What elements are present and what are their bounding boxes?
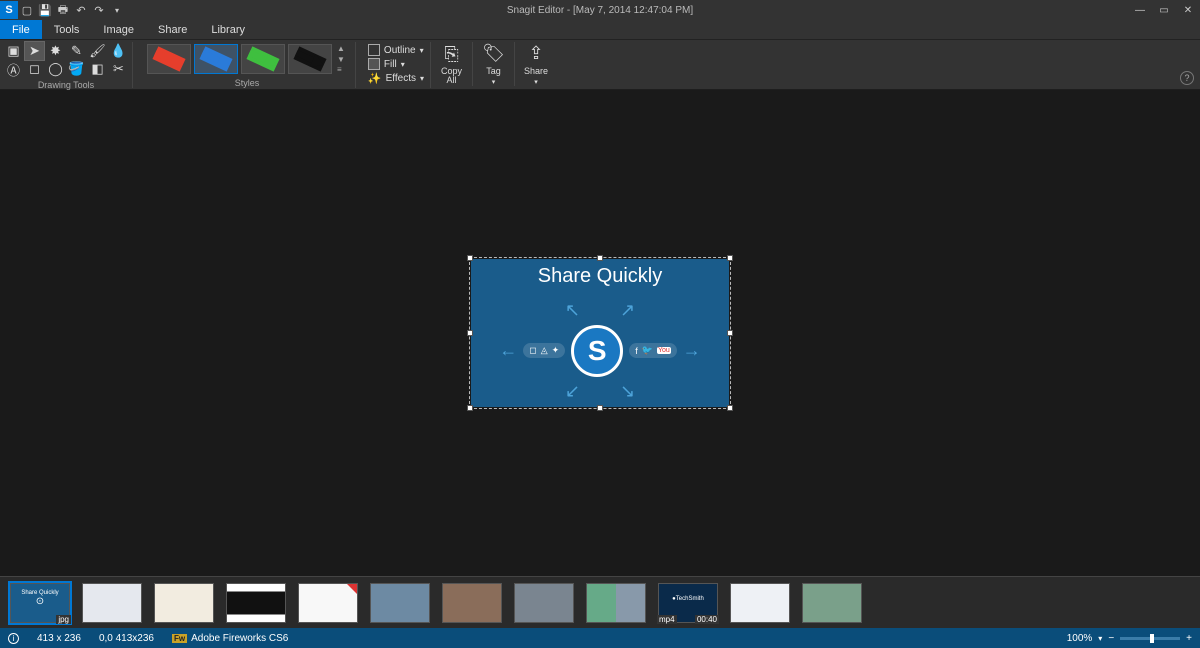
thumbnail[interactable]: [586, 583, 646, 623]
menu-file[interactable]: File: [0, 20, 42, 39]
tool-brush[interactable]: 🖌: [88, 42, 107, 60]
drawing-tools-label: Drawing Tools: [38, 80, 94, 90]
thumbnail[interactable]: [154, 583, 214, 623]
qat-new-icon[interactable]: ▢: [18, 1, 36, 19]
chevron-down-icon: ▾: [534, 78, 538, 86]
tool-circle[interactable]: ◯: [46, 60, 65, 78]
tool-select-rect[interactable]: ▣: [4, 42, 23, 60]
chevron-down-icon: ▾: [492, 78, 496, 86]
copy-icon: ⎘: [444, 44, 458, 65]
tool-eraser[interactable]: ◧: [88, 60, 107, 78]
tool-text[interactable]: Ⓐ: [4, 60, 23, 78]
style-arrow-red[interactable]: [147, 44, 191, 74]
tool-bucket[interactable]: 🪣: [67, 60, 86, 78]
style-controls: Outline▾ Fill▾ ✨Effects▾: [362, 42, 431, 88]
minimize-button[interactable]: —: [1128, 0, 1152, 20]
thumbnail[interactable]: [442, 583, 502, 623]
qat-print-icon[interactable]: 🖶: [54, 1, 72, 19]
share-button[interactable]: ⇪ Share ▾: [515, 42, 557, 86]
menu-image[interactable]: Image: [91, 20, 146, 39]
zoom-dropdown-icon[interactable]: ▾: [1098, 634, 1102, 643]
styles-more-icon[interactable]: ≡: [337, 65, 345, 74]
tool-crop[interactable]: ✂: [109, 60, 128, 78]
style-arrow-green[interactable]: [241, 44, 285, 74]
thumbnail[interactable]: [514, 583, 574, 623]
fill-dropdown[interactable]: Fill▾: [368, 58, 424, 70]
style-arrow-blue[interactable]: [194, 44, 238, 74]
styles-prev-icon[interactable]: ▲: [337, 44, 345, 53]
info-icon[interactable]: i: [8, 633, 19, 644]
tag-button[interactable]: 🏷 Tag ▾: [473, 42, 515, 86]
thumbnail[interactable]: [226, 583, 286, 623]
styles-label: Styles: [235, 78, 260, 88]
outline-dropdown[interactable]: Outline▾: [368, 44, 424, 56]
tool-stamp[interactable]: ✸: [46, 42, 65, 60]
zoom-label: 100%: [1067, 633, 1093, 644]
style-arrow-black[interactable]: [288, 44, 332, 74]
help-icon[interactable]: ?: [1180, 71, 1194, 85]
fireworks-icon: Fw: [172, 634, 187, 643]
status-coords: 0,0 413x236: [99, 633, 154, 644]
copy-all-button[interactable]: ⎘ Copy All: [431, 42, 473, 86]
window-title: Snagit Editor - [May 7, 2014 12:47:04 PM…: [507, 5, 693, 16]
thumbnail-tray: Share Quickly ⊙ jpg ●TechSmith mp4 00:40: [0, 576, 1200, 628]
selection-marquee[interactable]: [469, 257, 731, 409]
canvas-area[interactable]: Share Quickly ↖ ↗ ← ◻◬✦ S f🐦You → ↙ ↘: [0, 90, 1200, 576]
menu-library[interactable]: Library: [199, 20, 257, 39]
close-button[interactable]: ✕: [1176, 0, 1200, 20]
styles-next-icon[interactable]: ▼: [337, 55, 345, 64]
thumbnail[interactable]: [730, 583, 790, 623]
thumbnail[interactable]: [82, 583, 142, 623]
app-icon: S: [0, 1, 18, 19]
thumbnail[interactable]: [370, 583, 430, 623]
tool-pen[interactable]: ✎: [67, 42, 86, 60]
qat-save-icon[interactable]: 💾: [36, 1, 54, 19]
status-dimensions: 413 x 236: [37, 633, 81, 644]
tag-icon: 🏷: [482, 43, 505, 64]
tool-blur[interactable]: 💧: [109, 42, 128, 60]
thumb-badge: mp4: [657, 615, 677, 624]
zoom-in-button[interactable]: +: [1186, 633, 1192, 644]
titlebar: S ▢ 💾 🖶 ↶ ↷ ▾ Snagit Editor - [May 7, 20…: [0, 0, 1200, 20]
menu-share[interactable]: Share: [146, 20, 199, 39]
effects-dropdown[interactable]: ✨Effects▾: [368, 72, 424, 85]
thumbnail[interactable]: Share Quickly ⊙ jpg: [10, 583, 70, 623]
styles-group: ▲ ▼ ≡ Styles: [139, 42, 356, 88]
drawing-tools-group: ▣ ➤ ✸ ✎ 🖌 💧 Ⓐ ◻ ◯ 🪣 ◧ ✂ Drawing Tools: [0, 42, 133, 88]
tool-shape[interactable]: ◻: [25, 60, 44, 78]
menu-tools[interactable]: Tools: [42, 20, 92, 39]
qat-more-icon[interactable]: ▾: [108, 1, 126, 19]
zoom-out-button[interactable]: −: [1108, 633, 1114, 644]
statusbar: i 413 x 236 0,0 413x236 Fw Adobe Firewor…: [0, 628, 1200, 648]
ribbon: ▣ ➤ ✸ ✎ 🖌 💧 Ⓐ ◻ ◯ 🪣 ◧ ✂ Drawing Tools ▲ …: [0, 40, 1200, 90]
qat-redo-icon[interactable]: ↷: [90, 1, 108, 19]
thumbnail[interactable]: [802, 583, 862, 623]
thumbnail[interactable]: ●TechSmith mp4 00:40: [658, 583, 718, 623]
maximize-button[interactable]: ▭: [1152, 0, 1176, 20]
thumbnail[interactable]: [298, 583, 358, 623]
share-icon: ⇪: [528, 43, 543, 64]
qat-undo-icon[interactable]: ↶: [72, 1, 90, 19]
zoom-slider[interactable]: [1120, 637, 1180, 640]
thumb-duration: 00:40: [695, 615, 719, 624]
thumb-badge: jpg: [56, 615, 71, 624]
menubar: File Tools Image Share Library: [0, 20, 1200, 40]
status-app: Adobe Fireworks CS6: [191, 633, 288, 644]
tool-pointer[interactable]: ➤: [25, 42, 44, 60]
